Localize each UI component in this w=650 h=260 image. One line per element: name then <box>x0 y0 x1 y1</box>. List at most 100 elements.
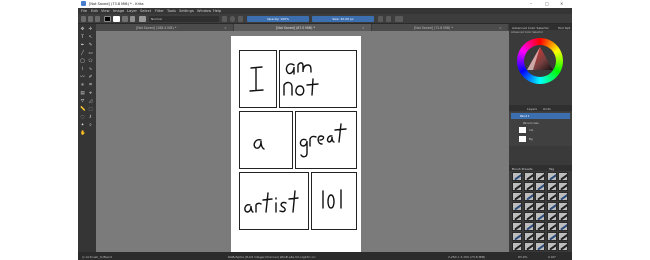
tool-options-tab[interactable]: Tool Opt <box>558 26 570 30</box>
brush-preset-thumbnail[interactable] <box>523 212 534 221</box>
brush-preset-thumbnail[interactable] <box>512 212 522 221</box>
menu-select[interactable]: Select <box>140 9 151 13</box>
brush-preset-thumbnail[interactable] <box>535 202 545 211</box>
brush-preset-thumbnail[interactable] <box>546 232 557 241</box>
brush-preset-thumbnail[interactable] <box>523 172 534 181</box>
freehand-path-icon[interactable]: 〰 <box>80 75 85 80</box>
brush-preset-thumbnail[interactable] <box>512 232 522 241</box>
open-document-icon[interactable] <box>88 16 93 22</box>
gradient-tool-icon[interactable]: ▤ <box>80 91 85 96</box>
preserve-alpha-icon[interactable] <box>230 16 235 22</box>
tab-close-icon[interactable]: × <box>224 26 227 30</box>
color-picker-icon[interactable]: ⌖ <box>88 91 93 96</box>
brush-preset-thumbnail[interactable] <box>546 222 557 231</box>
maximize-button[interactable]: □ <box>545 1 549 6</box>
crop-tool-icon[interactable]: ⌗ <box>88 83 93 88</box>
rectangle-tool-icon[interactable]: ▭ <box>88 51 93 56</box>
brush-preset-thumbnail[interactable] <box>535 222 545 231</box>
brush-preset-thumbnail[interactable] <box>546 242 557 251</box>
status-rotation[interactable]: 0.00° <box>548 255 556 259</box>
rect-select-icon[interactable]: ⬚ <box>88 107 93 112</box>
tab-close-icon[interactable]: × <box>499 26 502 30</box>
brush-preset-thumbnail[interactable] <box>558 182 568 191</box>
brush-preset-thumbnail[interactable] <box>535 232 545 241</box>
brush-preset-thumbnail[interactable] <box>523 242 534 251</box>
brush-preset-thumbnail[interactable] <box>512 192 522 201</box>
freehand-brush-icon[interactable]: ✎ <box>88 43 93 48</box>
polyline-tool-icon[interactable]: ⌇ <box>80 67 85 72</box>
menu-layer[interactable]: Layer <box>127 9 137 13</box>
brush-preset-thumbnail[interactable] <box>523 232 534 241</box>
brush-preset-thumbnail[interactable] <box>535 192 545 201</box>
dynamic-brush-icon[interactable]: ✐ <box>88 75 93 80</box>
brush-preset-thumbnail[interactable] <box>523 222 534 231</box>
brush-preset-thumbnail[interactable] <box>558 222 568 231</box>
menu-settings[interactable]: Settings <box>179 9 194 13</box>
brush-preset-thumbnail[interactable] <box>523 202 534 211</box>
menu-view[interactable]: View <box>101 9 110 13</box>
tab-close-icon[interactable]: × <box>362 26 365 30</box>
brush-preset-thumbnail[interactable] <box>558 212 568 221</box>
reload-preset-icon[interactable] <box>238 16 243 22</box>
line-tool-icon[interactable]: ╱ <box>80 51 85 56</box>
background-color-swatch[interactable] <box>113 16 120 22</box>
gradient-icon[interactable] <box>130 16 135 22</box>
polygon-tool-icon[interactable]: ⬠ <box>88 59 93 64</box>
status-zoom[interactable]: 83.9% <box>518 255 528 259</box>
brush-preset-thumbnail[interactable] <box>546 202 557 211</box>
wrap-around-icon[interactable] <box>395 16 403 22</box>
lasso-select-icon[interactable]: ℓ <box>88 115 93 120</box>
brush-preset-thumbnail[interactable] <box>546 182 557 191</box>
erase-mode-icon[interactable] <box>222 16 227 22</box>
brush-preset-thumbnail[interactable] <box>558 202 568 211</box>
brush-preset-thumbnail[interactable] <box>546 172 557 181</box>
minimize-button[interactable]: – <box>530 1 532 6</box>
brush-preset-thumbnail[interactable] <box>535 212 545 221</box>
menu-filter[interactable]: Filter <box>155 9 164 13</box>
brush-preset-thumbnail[interactable] <box>512 202 522 211</box>
ellipse-select-icon[interactable]: ◌ <box>80 115 85 120</box>
color-wheel[interactable] <box>517 38 563 84</box>
menu-image[interactable]: Image <box>113 9 124 13</box>
brush-preset-thumbnail[interactable] <box>546 212 557 221</box>
brush-preset-thumbnail[interactable] <box>558 192 568 201</box>
fill-tool-icon[interactable]: ⛛ <box>80 99 85 104</box>
brush-preset-thumbnail[interactable] <box>512 222 522 231</box>
brush-preset-thumbnail[interactable] <box>523 192 534 201</box>
pan-tool-icon[interactable]: ✋ <box>80 131 86 136</box>
mirror-horizontal-icon[interactable] <box>378 16 383 22</box>
brush-preset-thumbnail[interactable] <box>139 16 146 22</box>
menu-file[interactable]: File <box>81 9 87 13</box>
fill-pattern-icon[interactable] <box>122 16 128 22</box>
brush-preset-thumbnail[interactable] <box>535 182 545 191</box>
layer-row-active[interactable]: Paint 1 <box>511 113 570 119</box>
edit-shape-icon[interactable]: ↖ <box>88 35 93 40</box>
brush-preset-thumbnail[interactable] <box>558 242 568 251</box>
undo-history-tab[interactable]: Undo <box>543 107 551 111</box>
mirror-vertical-icon[interactable] <box>386 16 391 22</box>
move-tool-icon[interactable]: ✛ <box>88 27 93 32</box>
foreground-color-swatch[interactable] <box>104 16 111 22</box>
tab-document-1[interactable]: [Not Saved] (288.4 KiB) * × <box>96 24 234 31</box>
ellipse-tool-icon[interactable]: ◯ <box>80 59 85 64</box>
zoom-tool-icon[interactable]: ⌕ <box>88 123 93 128</box>
brush-preset-thumbnail[interactable] <box>558 172 568 181</box>
opacity-slider[interactable]: Opacity: 100% <box>247 16 309 22</box>
measure-tool-icon[interactable]: 📏 <box>80 107 86 112</box>
color-triangle[interactable] <box>517 38 563 84</box>
calligraphy-icon[interactable]: ✒ <box>80 43 85 48</box>
transform-tool-icon[interactable]: ✥ <box>80 27 85 32</box>
blend-mode-select[interactable]: Normal <box>149 16 219 22</box>
brush-preset-thumbnail[interactable] <box>535 242 545 251</box>
brush-preset-thumbnail[interactable] <box>535 172 545 181</box>
layers-title[interactable]: Layers <box>527 107 537 111</box>
magic-wand-icon[interactable]: ✦ <box>80 123 85 128</box>
menu-tools[interactable]: Tools <box>167 9 176 13</box>
menu-edit[interactable]: Edit <box>91 9 98 13</box>
text-tool-icon[interactable]: T <box>80 35 85 40</box>
brush-preset-thumbnail[interactable] <box>523 182 534 191</box>
brush-preset-thumbnail[interactable] <box>512 182 522 191</box>
menu-window[interactable]: Window <box>197 9 211 13</box>
layer-row[interactable]: Ink <box>511 127 570 134</box>
layer-row[interactable]: Bg <box>511 136 570 143</box>
